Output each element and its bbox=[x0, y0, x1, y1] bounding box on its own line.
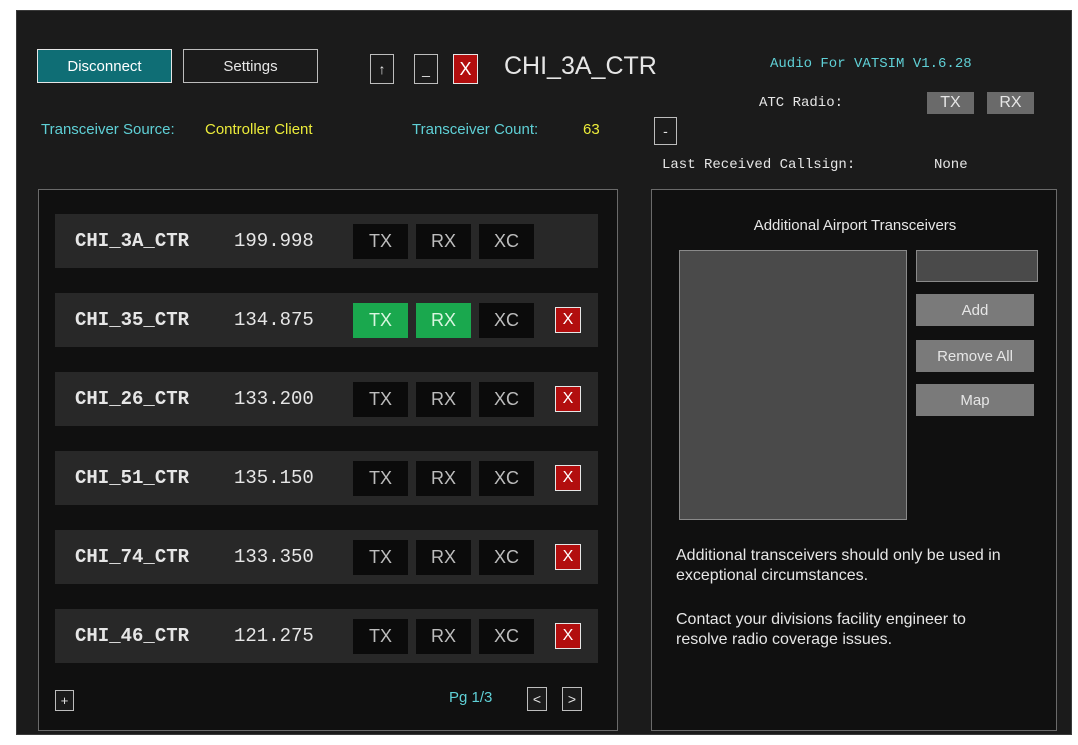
station-frequency: 135.150 bbox=[234, 467, 314, 489]
transceiver-source-value: Controller Client bbox=[205, 121, 313, 138]
station-xc-toggle[interactable]: XC bbox=[479, 619, 534, 654]
station-xc-toggle[interactable]: XC bbox=[479, 303, 534, 338]
station-tx-toggle[interactable]: TX bbox=[353, 540, 408, 575]
disconnect-button[interactable]: Disconnect bbox=[37, 49, 172, 83]
close-button[interactable]: X bbox=[453, 54, 478, 84]
station-frequency: 133.200 bbox=[234, 388, 314, 410]
close-icon: X bbox=[459, 58, 472, 79]
prev-page-button[interactable]: < bbox=[527, 687, 547, 711]
last-received-value: None bbox=[934, 157, 968, 173]
station-xc-toggle[interactable]: XC bbox=[479, 540, 534, 575]
station-row: CHI_26_CTR 133.200 TX RX XC X bbox=[55, 372, 598, 426]
close-icon: X bbox=[562, 469, 574, 486]
map-button[interactable]: Map bbox=[916, 384, 1034, 416]
airport-panel-title: Additional Airport Transceivers bbox=[753, 217, 957, 234]
plus-icon: + bbox=[60, 693, 69, 708]
up-arrow-icon: ↑ bbox=[378, 61, 386, 77]
airport-note-contact: Contact your divisions facility engineer… bbox=[676, 611, 966, 648]
station-callsign: CHI_3A_CTR bbox=[75, 230, 190, 252]
airport-note-usage: Additional transceivers should only be u… bbox=[676, 547, 1001, 584]
window-callsign-title: CHI_3A_CTR bbox=[504, 52, 657, 80]
app-window: Disconnect Settings ↑ _ X CHI_3A_CTR Aud… bbox=[16, 10, 1072, 735]
station-rx-toggle[interactable]: RX bbox=[416, 540, 471, 575]
station-callsign: CHI_35_CTR bbox=[75, 309, 190, 331]
station-tx-toggle[interactable]: TX bbox=[353, 303, 408, 338]
station-rx-toggle[interactable]: RX bbox=[416, 303, 471, 338]
close-icon: X bbox=[562, 390, 574, 407]
close-icon: X bbox=[562, 548, 574, 565]
minimize-button[interactable]: _ bbox=[414, 54, 438, 84]
page-indicator: Pg 1/3 bbox=[449, 689, 493, 706]
transceiver-count-value: 63 bbox=[583, 121, 600, 138]
station-callsign: CHI_51_CTR bbox=[75, 467, 190, 489]
remove-station-button[interactable]: X bbox=[555, 544, 581, 570]
settings-button[interactable]: Settings bbox=[183, 49, 318, 83]
remove-all-button[interactable]: Remove All bbox=[916, 340, 1034, 372]
station-xc-toggle[interactable]: XC bbox=[479, 461, 534, 496]
add-airport-button[interactable]: Add bbox=[916, 294, 1034, 326]
station-tx-toggle[interactable]: TX bbox=[353, 382, 408, 417]
station-tx-toggle[interactable]: TX bbox=[353, 461, 408, 496]
station-row: CHI_35_CTR 134.875 TX RX XC X bbox=[55, 293, 598, 347]
up-arrow-button[interactable]: ↑ bbox=[370, 54, 394, 84]
station-frequency: 121.275 bbox=[234, 625, 314, 647]
station-xc-toggle[interactable]: XC bbox=[479, 224, 534, 259]
remove-station-button[interactable]: X bbox=[555, 465, 581, 491]
station-callsign: CHI_74_CTR bbox=[75, 546, 190, 568]
station-frequency: 133.350 bbox=[234, 546, 314, 568]
remove-station-button[interactable]: X bbox=[555, 623, 581, 649]
airport-code-input[interactable] bbox=[916, 250, 1038, 282]
station-row: CHI_46_CTR 121.275 TX RX XC X bbox=[55, 609, 598, 663]
remove-station-button[interactable]: X bbox=[555, 307, 581, 333]
close-icon: X bbox=[562, 627, 574, 644]
station-xc-toggle[interactable]: XC bbox=[479, 382, 534, 417]
atc-radio-label: ATC Radio: bbox=[759, 95, 844, 111]
collapse-icon: - bbox=[663, 123, 668, 139]
close-icon: X bbox=[562, 311, 574, 328]
station-list-panel: CHI_3A_CTR 199.998 TX RX XC CHI_35_CTR 134.875… bbox=[38, 189, 618, 731]
station-rx-toggle[interactable]: RX bbox=[416, 619, 471, 654]
atc-tx-indicator: TX bbox=[927, 92, 974, 114]
transceiver-source-label: Transceiver Source: bbox=[41, 121, 175, 138]
chevron-right-icon: > bbox=[567, 691, 577, 707]
collapse-button[interactable]: - bbox=[654, 117, 677, 145]
station-frequency: 134.875 bbox=[234, 309, 314, 331]
station-row: CHI_51_CTR 135.150 TX RX XC X bbox=[55, 451, 598, 505]
next-page-button[interactable]: > bbox=[562, 687, 582, 711]
station-tx-toggle[interactable]: TX bbox=[353, 224, 408, 259]
transceiver-count-label: Transceiver Count: bbox=[412, 121, 539, 138]
last-received-label: Last Received Callsign: bbox=[662, 157, 856, 173]
station-rx-toggle[interactable]: RX bbox=[416, 382, 471, 417]
station-callsign: CHI_26_CTR bbox=[75, 388, 190, 410]
remove-station-button[interactable]: X bbox=[555, 386, 581, 412]
station-row: CHI_3A_CTR 199.998 TX RX XC bbox=[55, 214, 598, 268]
airport-transceivers-panel: Additional Airport Transceivers Add Remo… bbox=[651, 189, 1057, 731]
station-rx-toggle[interactable]: RX bbox=[416, 461, 471, 496]
chevron-left-icon: < bbox=[532, 691, 542, 707]
station-callsign: CHI_46_CTR bbox=[75, 625, 190, 647]
atc-rx-indicator: RX bbox=[987, 92, 1034, 114]
add-station-button[interactable]: + bbox=[55, 690, 74, 711]
station-frequency: 199.998 bbox=[234, 230, 314, 252]
station-rx-toggle[interactable]: RX bbox=[416, 224, 471, 259]
minimize-icon: _ bbox=[422, 61, 430, 77]
app-version-label: Audio For VATSIM V1.6.28 bbox=[770, 56, 972, 72]
station-tx-toggle[interactable]: TX bbox=[353, 619, 408, 654]
airport-transceiver-list[interactable] bbox=[679, 250, 907, 520]
station-row: CHI_74_CTR 133.350 TX RX XC X bbox=[55, 530, 598, 584]
